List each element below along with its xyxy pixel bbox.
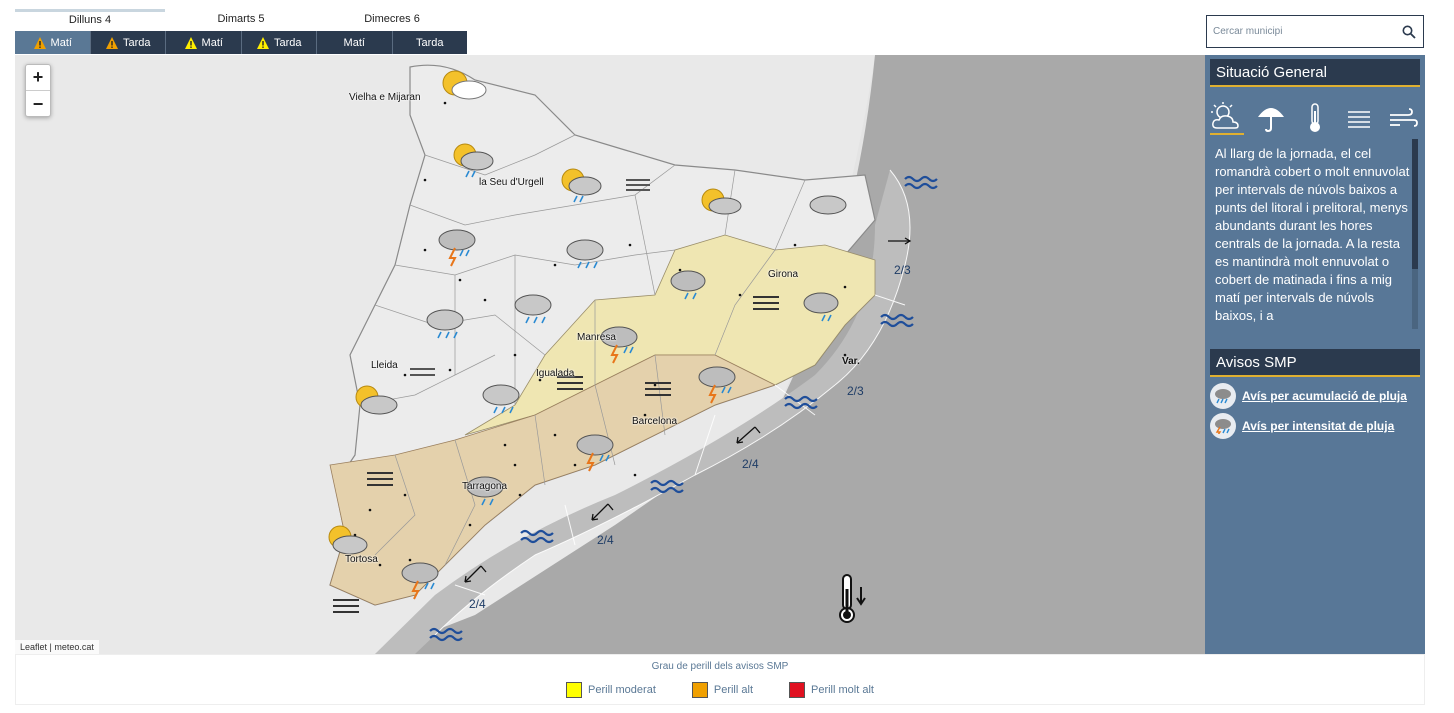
turn-label: Matí [50, 36, 72, 49]
meteocat-link[interactable]: meteo.cat [54, 642, 94, 652]
warning-map[interactable]: Vielha e Mijaran la Seu d'Urgell Girona … [15, 55, 1205, 654]
city-label: Lleida [371, 360, 398, 371]
legend-item: Perill alt [691, 682, 753, 698]
umbrella-icon[interactable] [1254, 101, 1288, 135]
avis-intensitat-link[interactable]: Avís per intensitat de pluja [1210, 413, 1394, 439]
text-scrollbar[interactable] [1412, 139, 1418, 329]
map-attribution: Leaflet | meteo.cat [15, 640, 99, 654]
leaflet-link[interactable]: Leaflet [20, 642, 47, 652]
avis-label: Avís per acumulació de pluja [1242, 389, 1407, 403]
turn-dimecres-tarda[interactable]: Tarda [393, 31, 468, 54]
turn-dimarts-tarda[interactable]: Tarda [242, 31, 317, 54]
zoom-in-button[interactable]: + [26, 65, 50, 91]
city-label: Vielha e Mijaran [349, 92, 421, 103]
city-label: Barcelona [632, 416, 678, 427]
sea-state-label: 2/3 [847, 384, 864, 398]
partly-cloudy-icon[interactable] [1210, 101, 1244, 135]
municipality-search [1206, 15, 1424, 48]
turn-dimarts-mati[interactable]: Matí [166, 31, 242, 54]
legend-swatch [789, 682, 805, 698]
avisos-title: Avisos SMP [1210, 349, 1420, 377]
day-tab-1[interactable]: Dilluns 4 [15, 9, 165, 31]
weather-warning-page: { "days": [ {"label": "Dilluns 4", "acti… [0, 0, 1454, 713]
thermometer-icon[interactable] [1298, 101, 1332, 135]
cloud-icon [809, 195, 847, 215]
legend-swatch [691, 682, 708, 698]
sea-state-label: 2/4 [469, 597, 486, 611]
turn-dilluns-mati[interactable]: Matí [15, 31, 91, 54]
general-situation-text: Al llarg de la jornada, el cel romandrà … [1215, 146, 1410, 323]
legend-swatch [566, 682, 583, 698]
city-label: Tortosa [345, 554, 378, 565]
sea-state-label: 2/4 [597, 533, 614, 547]
map-canvas [15, 55, 1205, 654]
warning-yellow-icon [256, 36, 269, 49]
city-label: Girona [768, 269, 799, 280]
danger-legend: Grau de perill dels avisos SMP Perill mo… [15, 654, 1425, 705]
legend-label: Perill moderat [588, 684, 656, 696]
rain-accumulation-icon [1210, 383, 1236, 409]
turn-label: Tarda [415, 36, 444, 49]
city-label: la Seu d'Urgell [479, 177, 544, 188]
avis-label: Avís per intensitat de pluja [1242, 419, 1395, 433]
legend-item: Perill molt alt [789, 682, 874, 698]
sea-state-label: 2/4 [742, 457, 759, 471]
scrollbar-thumb[interactable] [1412, 139, 1418, 269]
turn-label: Tarda [273, 36, 302, 49]
turn-bar: Matí Tarda Matí Tarda Matí Tarda [15, 31, 467, 54]
turn-label: Matí [343, 36, 365, 49]
legend-title: Grau de perill dels avisos SMP [651, 661, 789, 672]
side-panel: Situació General Al llarg de la jornada,… [1205, 55, 1425, 654]
city-label: Tarragona [462, 481, 508, 492]
turn-label: Tarda [122, 36, 151, 49]
sea-var-label: Var. [842, 356, 860, 367]
panel-icon-tabs [1210, 99, 1420, 137]
day-tab-2[interactable]: Dimarts 5 [166, 9, 316, 31]
day-tab-3[interactable]: Dimecres 6 [317, 9, 467, 31]
warning-orange-icon [105, 36, 118, 49]
sea-state-label: 2/3 [894, 263, 911, 277]
fog-icon[interactable] [1342, 101, 1376, 135]
search-input[interactable] [1207, 16, 1395, 47]
day-selector: Dilluns 4 Dimarts 5 Dimecres 6 Matí Tard… [15, 9, 467, 54]
legend-item: Perill moderat [566, 682, 656, 698]
avis-acumulacio-link[interactable]: Avís per acumulació de pluja [1210, 383, 1407, 409]
warning-yellow-icon [184, 36, 197, 49]
rain-intensity-icon [1210, 413, 1236, 439]
legend-items: Perill moderat Perill alt Perill molt al… [16, 682, 1424, 698]
legend-label: Perill alt [713, 684, 753, 696]
city-label: Manresa [577, 332, 616, 343]
general-situation-title: Situació General [1210, 59, 1420, 87]
turn-dilluns-tarda[interactable]: Tarda [91, 31, 166, 54]
zoom-control: + − [25, 64, 51, 117]
legend-label: Perill molt alt [811, 684, 874, 696]
city-label: Igualada [536, 368, 575, 379]
search-icon[interactable] [1395, 16, 1423, 47]
zoom-out-button[interactable]: − [26, 91, 50, 117]
wind-icon[interactable] [1386, 101, 1420, 135]
warning-orange-icon [33, 36, 46, 49]
turn-dimecres-mati[interactable]: Matí [317, 31, 393, 54]
turn-label: Matí [201, 36, 223, 49]
